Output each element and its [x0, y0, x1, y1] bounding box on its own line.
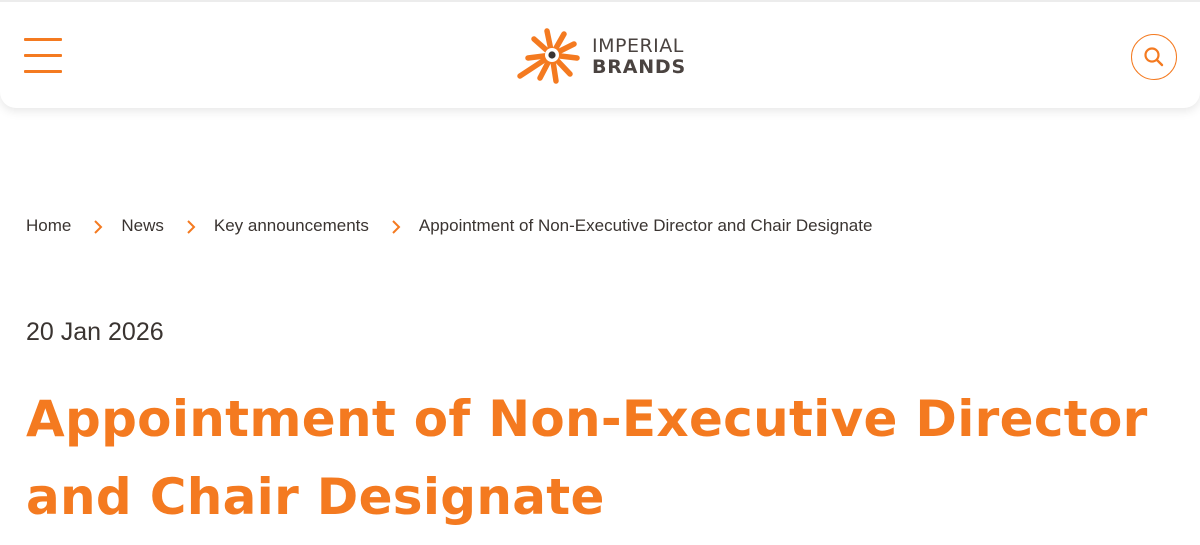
article-title: Appointment of Non-Executive Director an…	[26, 390, 1148, 526]
breadcrumb-key-announcements[interactable]: Key announcements	[214, 216, 369, 236]
breadcrumb-current-page: Appointment of Non-Executive Director an…	[418, 216, 873, 235]
logo-line-brands: BRANDS	[592, 56, 686, 78]
chevron-right-icon	[176, 216, 206, 236]
search-button[interactable]	[1131, 34, 1177, 80]
hamburger-menu-icon[interactable]	[24, 36, 64, 76]
chevron-right-icon	[83, 216, 113, 236]
menu-bar	[24, 38, 62, 41]
menu-bar	[24, 54, 62, 57]
logo-wordmark: IMPERIAL BRANDS	[592, 37, 686, 77]
breadcrumb-home[interactable]: Home	[26, 216, 71, 236]
menu-bar	[24, 70, 62, 73]
starburst-logo-icon	[517, 28, 580, 84]
site-header: IMPERIAL BRANDS	[0, 0, 1200, 108]
logo-line-imperial: IMPERIAL	[592, 35, 684, 57]
breadcrumb-news[interactable]: News	[121, 216, 164, 236]
breadcrumb: Home News Key announcements Appointment …	[26, 216, 872, 236]
chevron-right-icon	[381, 216, 411, 236]
imperial-brands-logo[interactable]: IMPERIAL BRANDS	[514, 26, 694, 88]
article-date: 20 Jan 2026	[26, 318, 164, 346]
search-icon	[1144, 47, 1164, 67]
